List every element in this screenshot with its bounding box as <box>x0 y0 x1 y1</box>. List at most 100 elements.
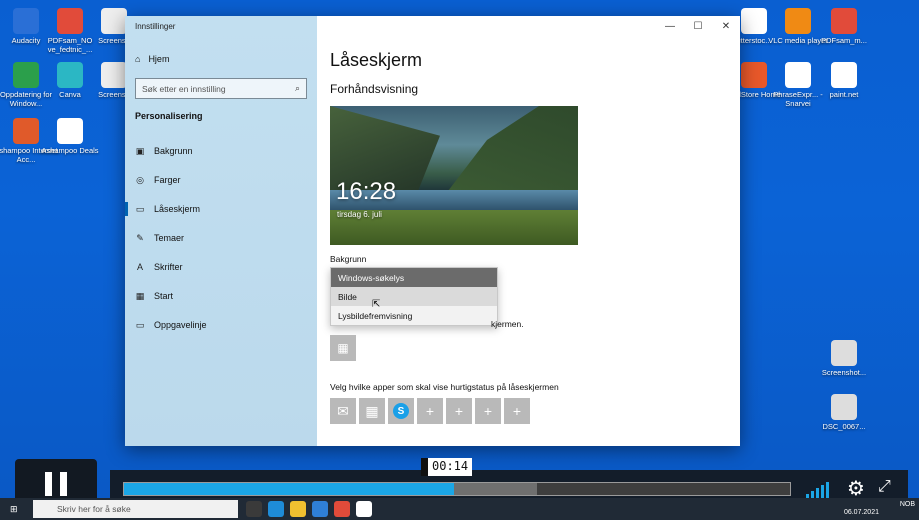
image-icon: ▣ <box>135 145 145 156</box>
preview-heading: Forhåndsvisning <box>330 82 419 96</box>
home-label: Hjem <box>148 54 170 64</box>
quick-status-button-4[interactable]: + <box>446 398 472 424</box>
explorer-icon[interactable] <box>290 501 306 517</box>
app-icon <box>101 62 127 88</box>
settings-sidebar: Innstillinger ⌂ Hjem Søk etter en innsti… <box>125 16 317 446</box>
task-view-icon[interactable] <box>246 501 262 517</box>
quick-status-button-6[interactable]: + <box>504 398 530 424</box>
quick-status-button-3[interactable]: + <box>417 398 443 424</box>
quick-status-button-2[interactable]: S <box>388 398 414 424</box>
chrome-taskbar-icon[interactable] <box>334 501 350 517</box>
desktop-icon[interactable]: PDFsam_m... <box>812 8 876 45</box>
settings-window: Innstillinger ⌂ Hjem Søk etter en innsti… <box>125 16 740 446</box>
lock-screen-preview: 16:28 tirsdag 6. juli <box>330 106 578 245</box>
pause-icon-bar-right <box>60 472 67 496</box>
search-placeholder: Søk etter en innstilling <box>142 83 226 94</box>
search-icon: ⌕ <box>294 83 300 93</box>
theme-icon: ✎ <box>136 232 144 243</box>
system-tray: NOB <box>900 501 915 508</box>
app-icon <box>57 118 83 144</box>
dropdown-option-slideshow[interactable]: Lysbildefremvisning <box>331 306 497 325</box>
desktop-icon-label: Screenshot... <box>821 368 867 377</box>
section-heading: Personalisering <box>135 111 203 121</box>
app-icon <box>13 118 39 144</box>
mouse-cursor-icon: ⇱ <box>372 299 381 310</box>
volume-icon[interactable] <box>806 480 829 498</box>
pause-icon-bar-left <box>45 472 52 496</box>
seek-bar[interactable] <box>123 482 791 496</box>
quick-status-button-1[interactable]: ▦ <box>359 398 385 424</box>
add-icon: + <box>512 403 522 419</box>
detailed-status-app-button[interactable]: ▦ <box>330 335 356 361</box>
sidebar-item-oppgavelinje[interactable]: ▭ Oppgavelinje <box>125 313 317 337</box>
sidebar-item-skrifter[interactable]: A Skrifter <box>125 255 317 279</box>
quick-status-apps: ✉ ▦ S + + + + <box>330 398 530 424</box>
taskbar: ⊞ Skriv her for å søke NOB 06.07.2021 <box>0 498 919 520</box>
app-icon <box>785 8 811 34</box>
taskbar-search-input[interactable]: Skriv her for å søke <box>33 500 238 518</box>
preview-mountain-right <box>448 106 578 191</box>
lock-screen-icon: ▭ <box>135 203 145 214</box>
sidebar-item-bakgrunn[interactable]: ▣ Bakgrunn <box>125 139 317 163</box>
add-icon: + <box>425 403 435 419</box>
desktop-icon-label: Ashampoo Deals <box>41 146 99 155</box>
taskbar-apps <box>246 501 372 517</box>
app-icon <box>831 394 857 420</box>
sidebar-item-start[interactable]: ▦ Start <box>125 284 317 308</box>
desktop-icon-label: PDFsam_m... <box>821 36 867 45</box>
sidebar-item-label: Start <box>154 291 174 301</box>
quick-status-button-5[interactable]: + <box>475 398 501 424</box>
desktop-icon[interactable]: Screenshot... <box>812 340 876 377</box>
taskbar-icon: ▭ <box>135 319 145 330</box>
sidebar-item-label: Skrifter <box>154 262 183 272</box>
home-nav-item[interactable]: ⌂ Hjem <box>135 54 169 64</box>
app-icon <box>785 62 811 88</box>
page-title: Låseskjerm <box>330 50 423 70</box>
settings-content: Låseskjerm Forhåndsvisning 16:28 tirsdag… <box>317 16 740 446</box>
palette-icon: ◎ <box>136 174 144 185</box>
app-icon <box>831 340 857 366</box>
app-icon <box>101 8 127 34</box>
dropdown-option-spotlight[interactable]: Windows-søkelys <box>331 268 497 287</box>
dropdown-option-picture[interactable]: Bilde <box>331 287 497 306</box>
background-label: Bakgrunn <box>330 254 367 264</box>
quick-status-button-0[interactable]: ✉ <box>330 398 356 424</box>
preview-time: 16:28 <box>336 178 397 205</box>
app-icon <box>57 8 83 34</box>
edge-icon[interactable] <box>268 501 284 517</box>
desktop-icon[interactable]: paint.net <box>812 62 876 99</box>
desktop-icon[interactable]: Ashampoo Deals <box>38 118 102 155</box>
calendar-icon: ▦ <box>365 402 379 419</box>
preview-date: tirsdag 6. juli <box>337 210 382 219</box>
skype-icon: S <box>393 403 409 419</box>
desktop-icon-label: DSC_0067... <box>822 422 866 431</box>
fullscreen-icon[interactable]: ⤢ <box>878 478 891 496</box>
sidebar-item-label: Farger <box>154 175 181 185</box>
calendar-icon: ▦ <box>337 341 349 355</box>
seek-played <box>124 483 454 495</box>
background-dropdown[interactable]: Windows-søkelys Bilde Lysbildefremvisnin… <box>330 267 498 326</box>
mail-icon: ✉ <box>337 402 349 419</box>
sidebar-item-label: Bakgrunn <box>154 146 193 156</box>
window-title: Innstillinger <box>135 22 176 31</box>
tray-language[interactable]: NOB <box>900 501 915 508</box>
settings-search-input[interactable]: Søk etter en innstilling ⌕ <box>135 78 307 99</box>
app-icon <box>57 62 83 88</box>
sidebar-item-låseskjerm[interactable]: ▭ Låseskjerm <box>125 197 317 221</box>
sidebar-item-label: Temaer <box>154 233 185 243</box>
desktop-icon-label: paint.net <box>829 90 859 99</box>
tray-date: 06.07.2021 <box>843 509 879 516</box>
taskbar-search-placeholder: Skriv her for å søke <box>57 504 131 514</box>
app-icon <box>13 8 39 34</box>
mail-taskbar-icon[interactable] <box>312 501 328 517</box>
app-icon <box>741 62 767 88</box>
app-icon <box>831 8 857 34</box>
windows-start-icon[interactable]: ⊞ <box>10 504 18 515</box>
sidebar-item-farger[interactable]: ◎ Farger <box>125 168 317 192</box>
app-icon <box>13 62 39 88</box>
add-icon: + <box>454 403 464 419</box>
app-taskbar-icon[interactable] <box>356 501 372 517</box>
desktop-icon[interactable]: DSC_0067... <box>812 394 876 431</box>
sidebar-item-temaer[interactable]: ✎ Temaer <box>125 226 317 250</box>
sidebar-item-label: Låseskjerm <box>154 204 201 214</box>
